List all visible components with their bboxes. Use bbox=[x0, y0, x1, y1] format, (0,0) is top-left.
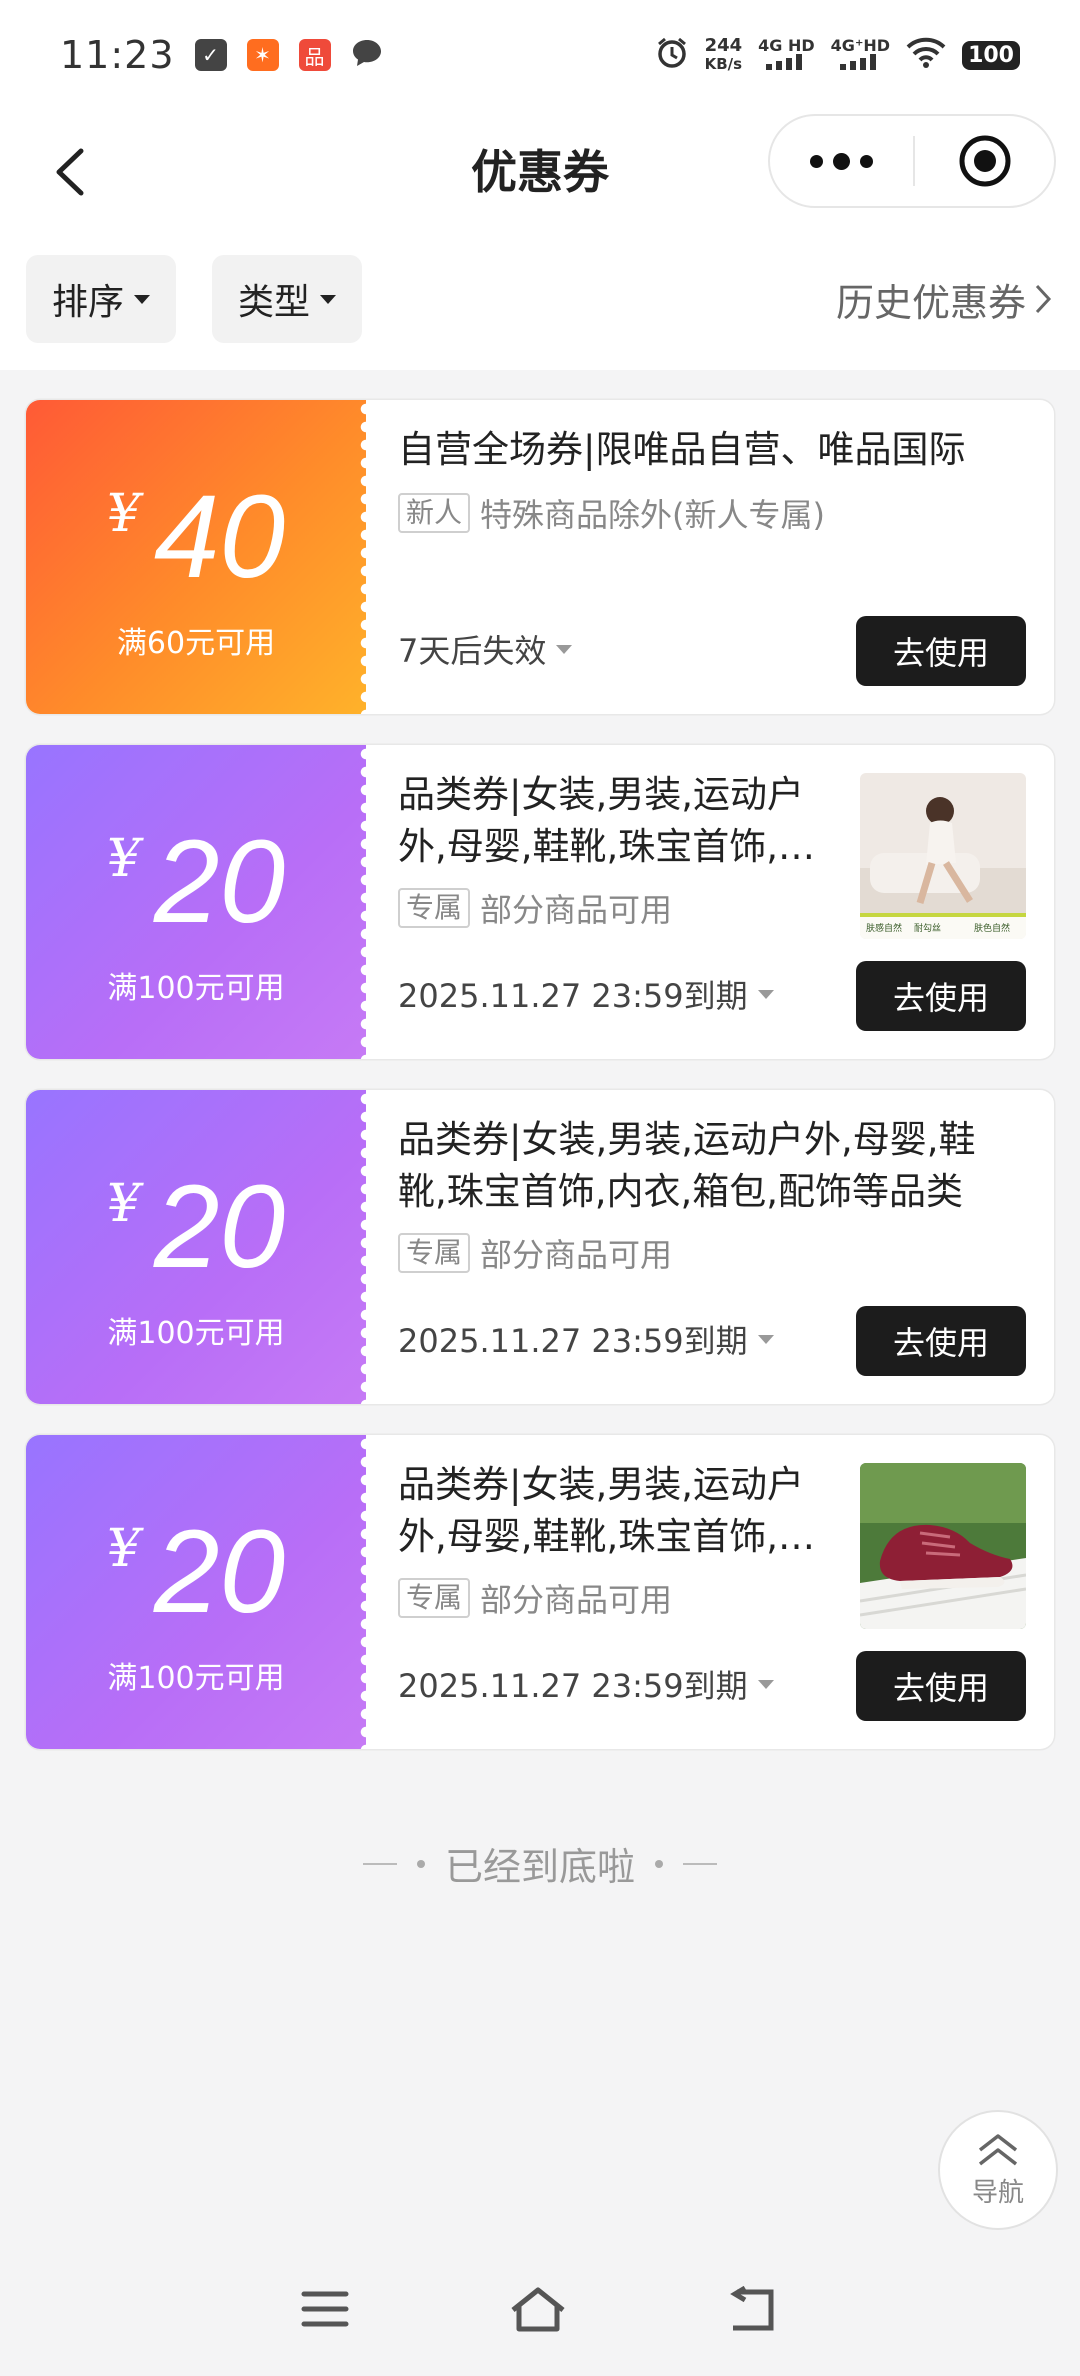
caret-down-icon bbox=[757, 1679, 774, 1689]
miniapp-capsule bbox=[768, 114, 1056, 208]
coupon-expiry[interactable]: 7天后失效 bbox=[398, 626, 573, 672]
coupon-card: ¥ 20 满100元可用 品类券|女装,男装,运动户外,母婴,鞋靴,珠宝首饰,内… bbox=[26, 745, 1054, 1059]
coupon-scope: 特殊商品除外(新人专属) bbox=[480, 496, 825, 534]
coupon-title: 品类券|女装,男装,运动户外,母婴,鞋靴,珠宝首饰,内衣,箱包,配饰等品类 bbox=[398, 773, 816, 868]
coupon-tag: 专属 bbox=[398, 888, 471, 928]
signal-2: 4G⁺HD bbox=[831, 37, 890, 73]
coupon-card: ¥ 40 满60元可用 自营全场券|限唯品自营、唯品国际 新人 特殊商品除外(新… bbox=[26, 400, 1054, 714]
use-coupon-button[interactable]: 去使用 bbox=[856, 1306, 1026, 1376]
currency-symbol: ¥ bbox=[106, 829, 140, 889]
product-thumbnail-shoes[interactable] bbox=[860, 1463, 1026, 1629]
coupon-expiry[interactable]: 2025.11.27 23:59到期 bbox=[398, 1661, 774, 1707]
coupon-value-panel: ¥ 20 满100元可用 bbox=[26, 1435, 373, 1749]
history-coupons-link[interactable]: 历史优惠券 bbox=[836, 255, 1052, 343]
coupon-amount: 20 bbox=[153, 1506, 286, 1638]
coupon-expiry[interactable]: 2025.11.27 23:59到期 bbox=[398, 1316, 774, 1362]
coupon-amount: 40 bbox=[153, 471, 286, 603]
type-dropdown[interactable]: 类型 bbox=[212, 255, 363, 343]
coupon-title: 自营全场券|限唯品自营、唯品国际 bbox=[398, 428, 966, 471]
thumb-text-b: 耐勾丝 bbox=[914, 922, 941, 934]
currency-symbol: ¥ bbox=[106, 1519, 140, 1579]
coupon-value-panel: ¥ 40 满60元可用 bbox=[26, 400, 373, 714]
home-icon[interactable] bbox=[509, 2286, 567, 2336]
currency-symbol: ¥ bbox=[106, 1174, 140, 1234]
app-notification-icon: ✶ bbox=[246, 39, 279, 71]
signal-1: 4G HD bbox=[758, 37, 815, 73]
coupon-card: ¥ 20 满100元可用 品类券|女装,男装,运动户外,母婴,鞋靴,珠宝首饰,内… bbox=[26, 1090, 1054, 1404]
coupon-condition: 满100元可用 bbox=[107, 1661, 285, 1696]
use-coupon-button[interactable]: 去使用 bbox=[856, 616, 1026, 686]
shopping-app-icon: 品 bbox=[298, 39, 331, 71]
navigation-fab[interactable]: 导航 bbox=[938, 2110, 1058, 2230]
coupon-title: 品类券|女装,男装,运动户外,母婴,鞋靴,珠宝首饰,内衣,箱包,配饰等品类 bbox=[398, 1463, 816, 1558]
product-thumbnail-hosiery[interactable]: 肤感自然 耐勾丝 肤色自然 bbox=[860, 773, 1026, 939]
caret-down-icon bbox=[757, 989, 774, 999]
thumb-text-c: 肤色自然 bbox=[974, 922, 1010, 934]
coupon-condition: 满100元可用 bbox=[107, 971, 285, 1006]
coupon-title: 品类券|女装,男装,运动户外,母婴,鞋靴,珠宝首饰,内衣,箱包,配饰等品类 bbox=[398, 1118, 976, 1213]
caret-down-icon bbox=[134, 294, 151, 304]
status-time: 11:23 bbox=[60, 33, 175, 77]
coupon-value-panel: ¥ 20 满100元可用 bbox=[26, 1090, 373, 1404]
coupon-condition: 满60元可用 bbox=[116, 626, 276, 661]
system-navigation-bar bbox=[0, 2246, 1080, 2376]
coupon-scope: 部分商品可用 bbox=[480, 891, 673, 929]
coupon-amount: 20 bbox=[153, 816, 286, 948]
clipboard-icon: ✓ bbox=[194, 39, 227, 71]
coupon-amount: 20 bbox=[153, 1161, 286, 1293]
caret-down-icon bbox=[757, 1334, 774, 1344]
target-close-icon bbox=[959, 135, 1010, 187]
coupon-scope: 部分商品可用 bbox=[480, 1236, 673, 1274]
coupon-condition: 满100元可用 bbox=[107, 1316, 285, 1351]
currency-symbol: ¥ bbox=[106, 484, 140, 544]
coupon-tag: 专属 bbox=[398, 1233, 471, 1273]
back-nav-icon[interactable] bbox=[727, 2285, 779, 2336]
use-coupon-button[interactable]: 去使用 bbox=[856, 1651, 1026, 1721]
filter-bar: 排序 类型 历史优惠券 bbox=[0, 250, 1080, 370]
status-bar: 11:23 ✓ ✶ 品 244 KB/s 4G HD 4G⁺HD 100 bbox=[0, 0, 1080, 110]
thumb-text-a: 肤感自然 bbox=[866, 922, 902, 934]
chevron-right-icon bbox=[1035, 284, 1052, 314]
menu-icon[interactable] bbox=[301, 2289, 349, 2333]
double-chevron-up-icon bbox=[978, 2133, 1018, 2165]
navigation-fab-label: 导航 bbox=[971, 2177, 1024, 2208]
more-button[interactable] bbox=[770, 116, 913, 206]
battery-level: 100 bbox=[962, 40, 1020, 70]
end-of-list-indicator: 已经到底啦 bbox=[0, 1836, 1080, 1891]
use-coupon-button[interactable]: 去使用 bbox=[856, 961, 1026, 1031]
message-icon bbox=[351, 38, 383, 72]
coupon-value-panel: ¥ 20 满100元可用 bbox=[26, 745, 373, 1059]
coupon-tag: 专属 bbox=[398, 1578, 471, 1618]
coupon-card: ¥ 20 满100元可用 品类券|女装,男装,运动户外,母婴,鞋靴,珠宝首饰,内… bbox=[26, 1435, 1054, 1749]
coupon-expiry[interactable]: 2025.11.27 23:59到期 bbox=[398, 971, 774, 1017]
sort-dropdown[interactable]: 排序 bbox=[26, 255, 177, 343]
caret-down-icon bbox=[320, 294, 337, 304]
end-of-list-text: 已经到底啦 bbox=[444, 1845, 635, 1889]
close-miniapp-button[interactable] bbox=[915, 116, 1054, 206]
caret-down-icon bbox=[556, 644, 573, 654]
nav-bar: 优惠券 bbox=[0, 110, 1080, 250]
coupon-scope: 部分商品可用 bbox=[480, 1581, 673, 1619]
alarm-icon bbox=[655, 36, 689, 74]
coupon-tag: 新人 bbox=[398, 493, 471, 533]
net-speed: 244 KB/s bbox=[704, 35, 743, 73]
wifi-icon bbox=[906, 37, 946, 73]
